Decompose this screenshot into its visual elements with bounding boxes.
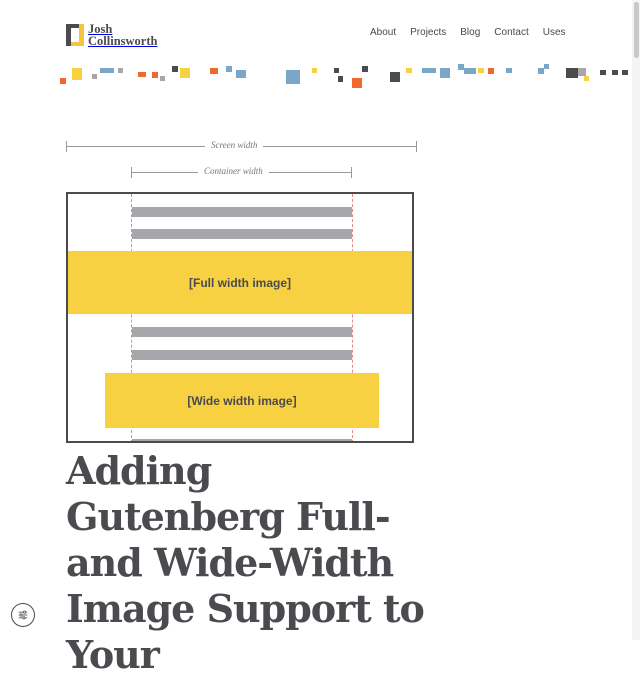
layout-diagram: Screen width Container width [Full width…	[0, 0, 640, 450]
full-width-image-block: [Full width image]	[68, 251, 412, 314]
container-width-label: Container width	[198, 166, 269, 176]
screen-frame: [Full width image] [Wide width image]	[66, 192, 414, 443]
page-scrollbar[interactable]	[632, 0, 640, 640]
scrollbar-thumb[interactable]	[634, 2, 639, 58]
text-line	[132, 327, 352, 337]
sliders-icon	[18, 610, 28, 620]
settings-button[interactable]	[11, 603, 35, 627]
text-line	[132, 207, 352, 217]
article-title: Adding Gutenberg Full- and Wide-Width Im…	[66, 448, 425, 677]
wide-width-image-block: [Wide width image]	[105, 373, 379, 428]
text-line	[132, 350, 352, 360]
wide-width-image-label: [Wide width image]	[187, 393, 297, 408]
text-line	[132, 439, 352, 441]
full-width-image-label: [Full width image]	[189, 275, 291, 290]
text-line	[132, 229, 352, 239]
screen-width-label: Screen width	[205, 140, 264, 150]
